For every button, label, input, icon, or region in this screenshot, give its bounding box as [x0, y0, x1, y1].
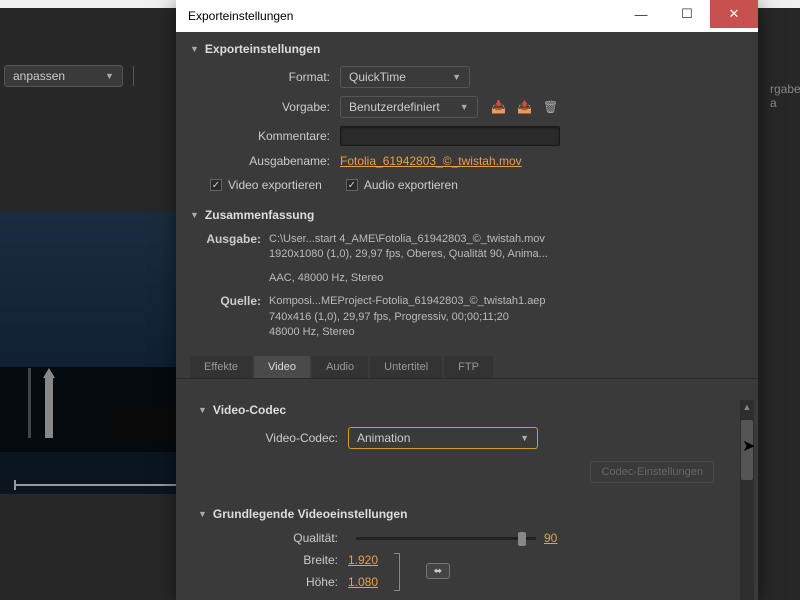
hohe-value[interactable]: 1.080: [348, 575, 378, 589]
format-label: Format:: [190, 70, 340, 84]
quelle-label: Quelle:: [194, 294, 269, 340]
chevron-down-icon: ▼: [452, 72, 461, 82]
link-dimensions-icon[interactable]: ⬌: [426, 563, 450, 579]
qualitat-slider[interactable]: [356, 537, 536, 540]
kommentare-input[interactable]: [340, 126, 560, 146]
video-codec-label: Video-Codec:: [198, 431, 348, 445]
section-title: Video-Codec: [213, 403, 286, 417]
scroll-thumb[interactable]: [741, 420, 753, 480]
summary-header[interactable]: ▼ Zusammenfassung: [176, 198, 758, 228]
vorgabe-label: Vorgabe:: [190, 100, 340, 114]
maximize-button[interactable]: ☐: [664, 0, 710, 28]
qualitat-label: Qualität:: [198, 531, 348, 545]
tab-bar: Effekte Video Audio Untertitel FTP: [176, 356, 758, 379]
collapse-icon: ▼: [198, 509, 207, 519]
quelle-value: Komposi...MEProject-Fotolia_61942803_©_t…: [269, 294, 744, 340]
anpassen-label: anpassen: [13, 69, 65, 83]
codec-settings-button: Codec-Einstellungen: [590, 461, 714, 483]
scroll-up-icon[interactable]: ▲: [741, 400, 753, 414]
import-preset-icon[interactable]: 📤: [516, 99, 534, 115]
breite-value[interactable]: 1.920: [348, 553, 378, 567]
tab-effekte[interactable]: Effekte: [190, 356, 252, 378]
tab-video[interactable]: Video: [254, 356, 310, 378]
video-codec-header[interactable]: ▼ Video-Codec: [184, 389, 744, 423]
basic-video-header[interactable]: ▼ Grundlegende Videoeinstellungen: [184, 497, 744, 527]
ausgabename-label: Ausgabename:: [190, 154, 340, 168]
format-dropdown[interactable]: QuickTime ▼: [340, 66, 470, 88]
minimize-button[interactable]: —: [618, 0, 664, 28]
vorgabe-dropdown[interactable]: Benutzerdefiniert ▼: [340, 96, 478, 118]
anpassen-dropdown[interactable]: anpassen ▼: [4, 65, 123, 87]
tab-untertitel[interactable]: Untertitel: [370, 356, 442, 378]
hohe-label: Höhe:: [198, 575, 348, 589]
chevron-down-icon: ▼: [105, 71, 114, 81]
save-preset-icon[interactable]: 📥: [490, 99, 508, 115]
scrollbar[interactable]: ▲ ▼: [740, 400, 754, 600]
breite-label: Breite:: [198, 553, 348, 567]
collapse-icon: ▼: [190, 210, 199, 220]
section-title: Grundlegende Videoeinstellungen: [213, 507, 407, 521]
chevron-down-icon: ▼: [460, 102, 469, 112]
tab-ftp[interactable]: FTP: [444, 356, 493, 378]
export-dialog: Exporteinstellungen — ☐ ✕ ▼ Exporteinste…: [176, 0, 758, 600]
ausgabename-link[interactable]: Fotolia_61942803_©_twistah.mov: [340, 154, 522, 168]
delete-preset-icon[interactable]: 🗑: [542, 99, 560, 115]
audio-export-checkbox[interactable]: ✓ Audio exportieren: [346, 178, 458, 192]
export-settings-header[interactable]: ▼ Exporteinstellungen: [176, 32, 758, 62]
collapse-icon: ▼: [190, 44, 199, 54]
collapse-icon: ▼: [198, 405, 207, 415]
window-title: Exporteinstellungen: [188, 9, 618, 23]
qualitat-value[interactable]: 90: [544, 531, 557, 545]
titlebar[interactable]: Exporteinstellungen — ☐ ✕: [176, 0, 758, 32]
tab-audio[interactable]: Audio: [312, 356, 368, 378]
section-title: Zusammenfassung: [205, 208, 314, 222]
ausgabe-value: C:\User...start 4_AME\Fotolia_61942803_©…: [269, 232, 744, 286]
chevron-down-icon: ▼: [520, 433, 529, 443]
bg-right-text: rgabe a: [770, 82, 800, 110]
close-button[interactable]: ✕: [710, 0, 758, 28]
kommentare-label: Kommentare:: [190, 129, 340, 143]
section-title: Exporteinstellungen: [205, 42, 320, 56]
video-codec-dropdown[interactable]: Animation ▼: [348, 427, 538, 449]
video-export-checkbox[interactable]: ✓ Video exportieren: [210, 178, 322, 192]
ausgabe-label: Ausgabe:: [194, 232, 269, 286]
